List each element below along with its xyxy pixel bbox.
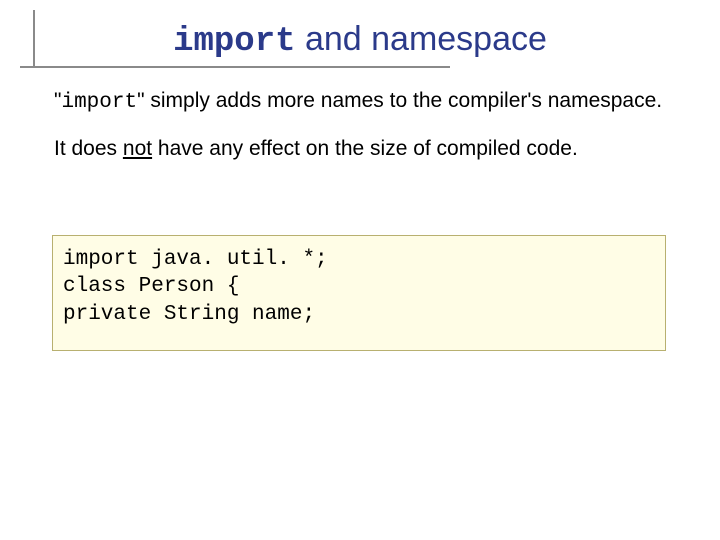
title-rest: and namespace bbox=[296, 20, 547, 58]
title-underline bbox=[20, 66, 450, 68]
slide: import and namespace "import" simply add… bbox=[0, 0, 720, 540]
paragraph-1-rest: " simply adds more names to the compiler… bbox=[137, 89, 662, 112]
slide-body: "import" simply adds more names to the c… bbox=[54, 88, 670, 163]
paragraph-2: It does not have any effect on the size … bbox=[54, 136, 670, 162]
inline-code-import: import bbox=[61, 91, 137, 114]
code-line-2: class Person { bbox=[63, 275, 239, 298]
paragraph-2-post: have any effect on the size of compiled … bbox=[152, 137, 578, 160]
code-line-3: private String name; bbox=[63, 303, 315, 326]
code-block: import java. util. *; class Person { pri… bbox=[52, 235, 666, 351]
title-keyword: import bbox=[173, 23, 295, 61]
paragraph-2-pre: It does bbox=[54, 137, 123, 160]
code-line-1: import java. util. *; bbox=[63, 248, 328, 271]
paragraph-1: "import" simply adds more names to the c… bbox=[54, 88, 670, 116]
slide-title: import and namespace bbox=[0, 20, 720, 61]
emphasis-not: not bbox=[123, 137, 152, 160]
